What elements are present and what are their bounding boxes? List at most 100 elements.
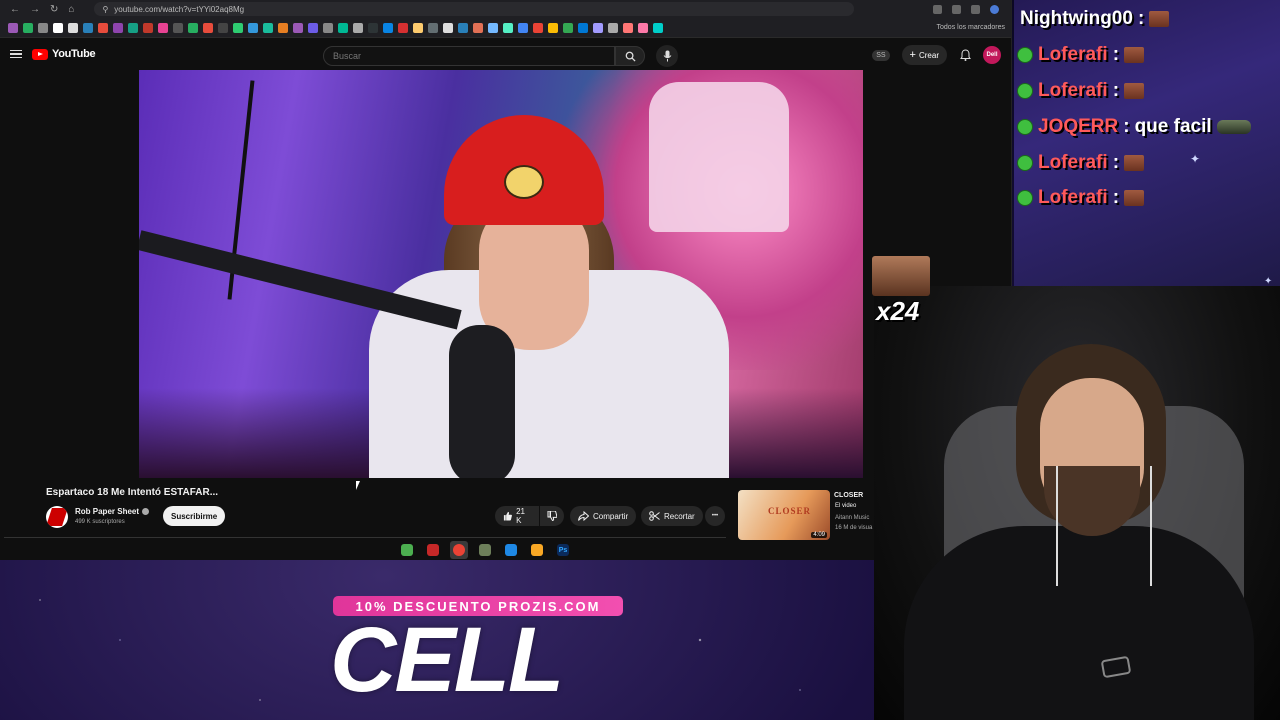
chat-badge-icon [1017, 47, 1033, 63]
bookmark-icon[interactable] [278, 22, 288, 33]
recommended-video-title[interactable]: CLOSER [834, 492, 863, 499]
bookmark-icon[interactable] [233, 22, 243, 33]
taskbar-app-globe[interactable] [502, 541, 520, 559]
bookmark-icon[interactable] [323, 22, 333, 33]
bookmark-icon[interactable] [38, 22, 48, 33]
extension-icon[interactable] [971, 4, 980, 14]
emote-combo-count: x24 [876, 296, 920, 326]
chat-username[interactable]: Loferafi [1038, 152, 1108, 174]
video-player[interactable] [139, 70, 863, 478]
reload-icon[interactable]: ↻ [50, 4, 58, 15]
chat-separator: : [1123, 116, 1130, 137]
bookmark-icon[interactable] [173, 22, 183, 33]
like-button[interactable]: 21 K [495, 506, 539, 526]
more-actions-button[interactable]: ••• [705, 506, 725, 526]
bookmark-icon[interactable] [503, 22, 513, 33]
taskbar-app-folder[interactable] [528, 541, 546, 559]
search-button[interactable] [615, 46, 645, 66]
channel-name[interactable]: Rob Paper Sheet [75, 507, 150, 516]
bookmark-icon[interactable] [578, 22, 588, 33]
bookmark-icon[interactable] [308, 22, 318, 33]
bookmark-icon[interactable] [83, 22, 93, 33]
bookmark-icon[interactable] [23, 22, 33, 33]
voice-search-button[interactable] [656, 45, 678, 67]
bell-icon [959, 49, 971, 61]
bookmark-icon[interactable] [353, 22, 363, 33]
bookmark-icon[interactable] [8, 22, 18, 33]
chat-username[interactable]: Loferafi [1038, 44, 1108, 66]
bookmark-icon[interactable] [293, 22, 303, 33]
chat-username[interactable]: Nightwing00 [1020, 8, 1133, 30]
bookmark-icon[interactable] [518, 22, 528, 33]
bookmark-icon[interactable] [428, 22, 438, 33]
bookmark-icon[interactable] [488, 22, 498, 33]
back-icon[interactable]: ← [10, 4, 20, 15]
bookmark-icon[interactable] [98, 22, 108, 33]
bookmark-icon[interactable] [158, 22, 168, 33]
bookmark-icon[interactable] [368, 22, 378, 33]
search-input[interactable]: Buscar [323, 46, 615, 66]
youtube-logo[interactable]: YouTube [32, 48, 96, 60]
bookmark-icon[interactable] [248, 22, 258, 33]
chat-emote-icon [1216, 120, 1251, 134]
bookmark-icon[interactable] [113, 22, 123, 33]
home-icon[interactable]: ⌂ [68, 4, 74, 15]
bookmark-icon[interactable] [548, 22, 558, 33]
bookmark-icon[interactable] [68, 22, 78, 33]
forward-icon[interactable]: → [30, 4, 40, 15]
address-bar[interactable]: ⚲ youtube.com/watch?v=tYYi02aq8Mg [94, 2, 855, 16]
taskbar-app-chrome[interactable] [450, 541, 468, 559]
ss-badge[interactable]: SS [872, 49, 890, 61]
taskbar-app-red[interactable] [424, 541, 442, 559]
bookmark-icon[interactable] [263, 22, 273, 33]
clip-button[interactable]: Recortar [641, 506, 703, 526]
site-info-icon[interactable]: ⚲ [102, 5, 108, 14]
extension-icon[interactable] [952, 4, 961, 14]
bookmark-icon[interactable] [473, 22, 483, 33]
bookmark-icon[interactable] [218, 22, 228, 33]
bookmark-icon[interactable] [458, 22, 468, 33]
taskbar-app-3d[interactable] [476, 541, 494, 559]
bookmark-icon[interactable] [53, 22, 63, 33]
chat-username[interactable]: JOQERR [1038, 116, 1118, 138]
bookmark-icon[interactable] [608, 22, 618, 33]
bookmark-icon[interactable] [338, 22, 348, 33]
emote-image [872, 256, 930, 296]
create-label: Crear [918, 50, 939, 60]
create-button[interactable]: + Crear [901, 45, 947, 65]
chat-username[interactable]: Loferafi [1038, 187, 1108, 209]
taskbar-app-photoshop[interactable]: Ps [554, 541, 572, 559]
youtube-header: YouTube Buscar SS + Crear Dell [0, 38, 1011, 70]
chat-badge-icon [1017, 119, 1033, 135]
bookmark-icon[interactable] [533, 22, 543, 33]
bookmark-icon[interactable] [143, 22, 153, 33]
notifications-button[interactable] [959, 49, 971, 61]
youtube-wordmark: YouTube [52, 48, 96, 60]
channel-avatar[interactable] [46, 506, 68, 528]
all-bookmarks-link[interactable]: Todos los marcadores [937, 24, 1011, 31]
taskbar-app-green[interactable] [398, 541, 416, 559]
bookmark-icon[interactable] [398, 22, 408, 33]
stream-chat: ✦ ✦ Nightwing00: Loferafi: Loferafi: JOQERR… [1014, 0, 1280, 286]
chat-username[interactable]: Loferafi [1038, 80, 1108, 102]
bookmark-icon[interactable] [383, 22, 393, 33]
bookmark-icon[interactable] [203, 22, 213, 33]
bookmark-icon[interactable] [563, 22, 573, 33]
bookmark-icon[interactable] [413, 22, 423, 33]
subscribe-button[interactable]: Suscribirme [163, 506, 226, 526]
bookmark-icon[interactable] [188, 22, 198, 33]
bookmark-icon[interactable] [443, 22, 453, 33]
dislike-button[interactable] [540, 506, 564, 526]
bookmark-icon[interactable] [593, 22, 603, 33]
recommended-video-thumbnail[interactable]: CLOSER 4:09 [738, 490, 830, 540]
bookmark-icon[interactable] [623, 22, 633, 33]
bookmark-icon[interactable] [638, 22, 648, 33]
profile-icon[interactable] [990, 4, 999, 14]
os-taskbar: Ps [398, 541, 572, 559]
share-button[interactable]: Compartir [570, 506, 637, 526]
account-avatar[interactable]: Dell [983, 46, 1001, 64]
extension-icon[interactable] [933, 4, 942, 14]
bookmark-icon[interactable] [128, 22, 138, 33]
bookmark-icon[interactable] [653, 22, 663, 33]
hamburger-menu-icon[interactable] [10, 49, 22, 59]
